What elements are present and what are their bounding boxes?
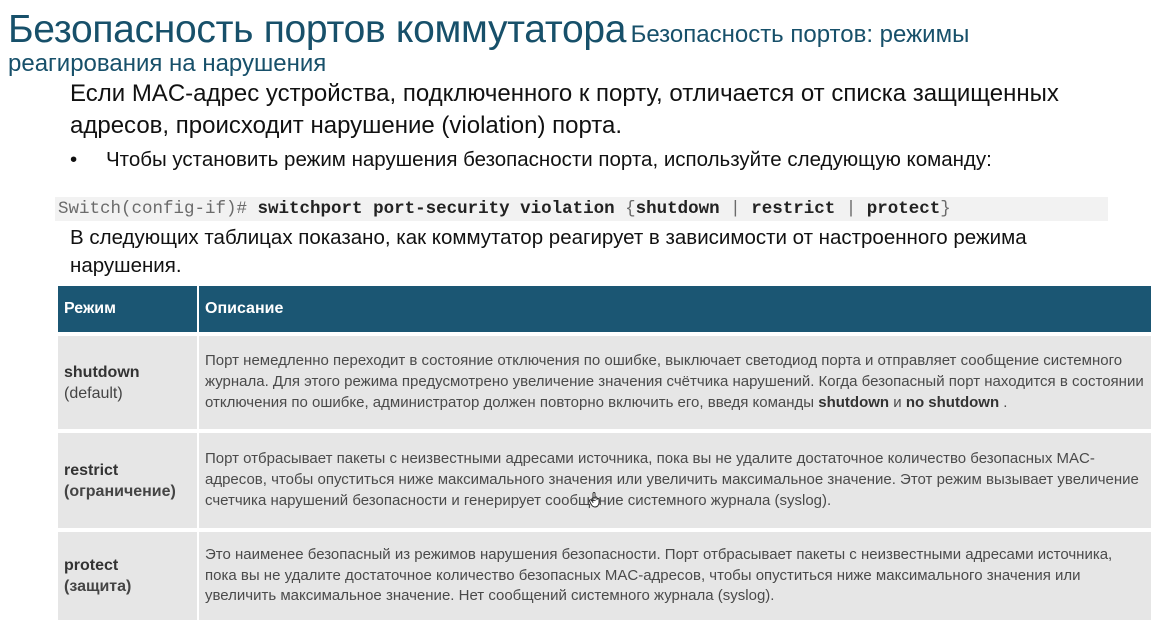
table-row: protect (защита) Это наименее безопасный… xyxy=(58,528,1151,620)
command-separator-2: | xyxy=(845,199,857,219)
slide-subtitle-part2: реагирования на нарушения xyxy=(8,50,327,77)
command-option-protect: protect xyxy=(866,199,941,219)
table-cell-mode: protect (защита) xyxy=(58,528,199,620)
hand-pointer-icon xyxy=(589,492,600,508)
mode-sub: (default) xyxy=(64,384,123,402)
slide-subtitle-part1: Безопасность портов: режимы xyxy=(630,21,970,48)
bullet-item: • Чтобы установить режим нарушения безоп… xyxy=(70,147,1140,173)
tables-intro-paragraph: В следующих таблицах показано, как комму… xyxy=(70,226,1027,277)
table-header-row: Режим Описание xyxy=(58,286,1151,334)
command-separator-1: | xyxy=(730,199,741,219)
mode-sub: (ограничение) xyxy=(64,482,176,500)
mode-name: shutdown xyxy=(64,363,140,381)
command-line: Switch(config-if)# switchport port-secur… xyxy=(55,197,1108,221)
description-command: shutdown xyxy=(818,393,890,411)
slide-title-main: Безопасность портов коммутатора xyxy=(8,8,627,51)
table-cell-mode: shutdown (default) xyxy=(58,332,199,431)
table-row: restrict (ограничение) Порт отбрасывает … xyxy=(58,429,1151,530)
table-cell-description: Порт отбрасывает пакеты с неизвестными а… xyxy=(198,429,1151,530)
table-cell-description: Это наименее безопасный из режимов наруш… xyxy=(198,528,1151,620)
command-option-shutdown: shutdown xyxy=(635,199,720,219)
mode-name: protect xyxy=(64,557,119,574)
bullet-text: Чтобы установить режим нарушения безопас… xyxy=(106,148,992,171)
table-cell-mode: restrict (ограничение) xyxy=(58,429,199,530)
description-text: и xyxy=(889,393,906,411)
table-header-mode: Режим xyxy=(58,286,199,334)
mode-sub: (защита) xyxy=(64,578,132,595)
slide-title: Безопасность портов коммутатора Безопасн… xyxy=(8,10,1148,49)
bullet-marker: • xyxy=(70,148,78,171)
command-brace-close: } xyxy=(940,199,951,219)
description-command: no shutdown xyxy=(905,393,1000,411)
table-row: shutdown (default) Порт немедленно перех… xyxy=(58,332,1151,431)
table-header-description: Описание xyxy=(198,286,1151,334)
description-text: . xyxy=(999,393,1008,411)
intro-paragraph: Если MAC-адрес устройства, подключенного… xyxy=(70,80,1059,139)
command-keyword: switchport port-security violation xyxy=(257,199,615,219)
command-prompt: Switch(config-if)# xyxy=(58,199,248,219)
command-option-restrict: restrict xyxy=(751,199,836,219)
command-brace-open: { xyxy=(625,199,636,219)
table-cell-description: Порт немедленно переходит в состояние от… xyxy=(198,332,1151,431)
mode-name: restrict xyxy=(64,461,119,479)
violation-modes-table: Режим Описание shutdown (default) Порт н… xyxy=(58,286,1151,620)
